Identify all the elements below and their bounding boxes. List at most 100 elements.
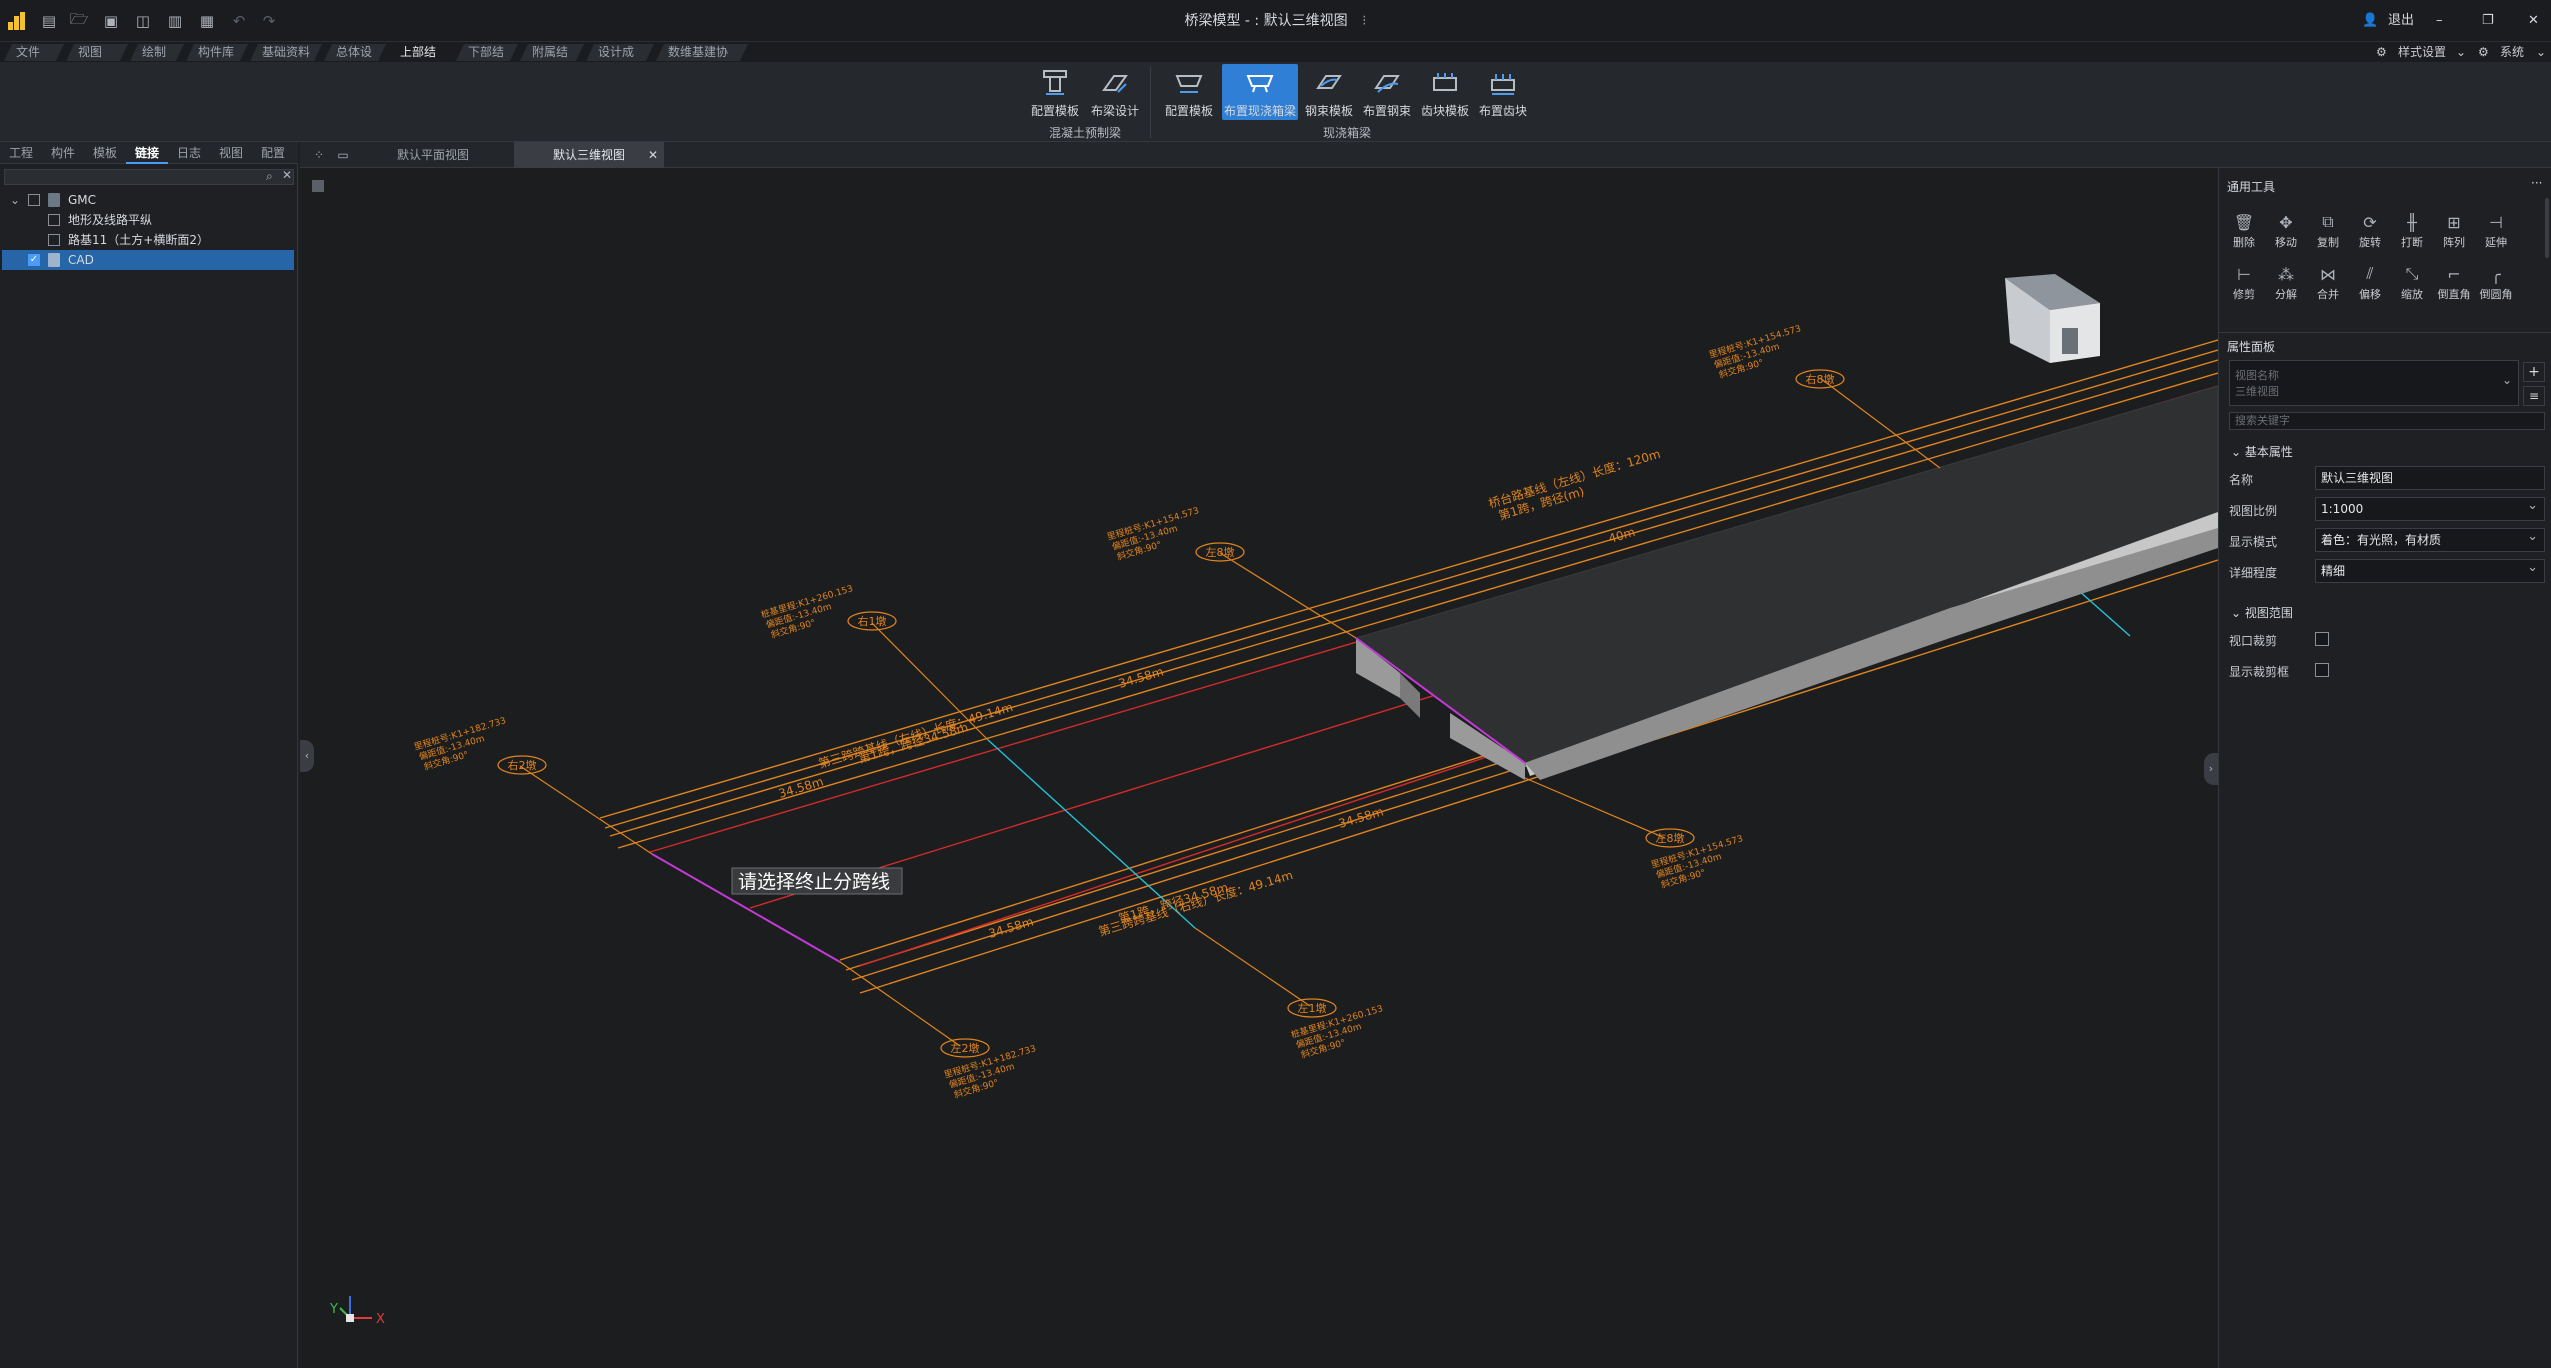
tab-links[interactable]: 链接: [126, 142, 168, 164]
view-cube-home-icon[interactable]: [2005, 274, 2100, 363]
tendon-template-button[interactable]: 钢束模板: [1302, 64, 1356, 120]
scene-canvas[interactable]: 右2墩 右1墩 左8墩 右8墩 左2墩 左1墩 左8墩 第三跨跨基线（左线）长度…: [300, 168, 2218, 1368]
pier-label-l2: 左2墩: [951, 1041, 980, 1055]
viewport-clip-checkbox[interactable]: [2315, 632, 2329, 646]
tab-project[interactable]: 工程: [0, 142, 42, 164]
tree-checkbox[interactable]: [48, 234, 60, 246]
tree-checkbox-checked[interactable]: ✓: [28, 254, 40, 266]
tab-config[interactable]: 配置: [252, 142, 294, 164]
tree-checkbox[interactable]: [28, 194, 40, 206]
prop-name-input[interactable]: 默认三维视图: [2315, 466, 2545, 490]
menu-tab-substructure[interactable]: 下部结构: [456, 44, 518, 61]
template-icon: [1043, 70, 1067, 95]
copy-tool[interactable]: ⧉ 复制: [2307, 208, 2349, 254]
tree-search-input[interactable]: [4, 169, 294, 185]
chamfer-tool[interactable]: ⌐ 倒直角: [2433, 260, 2475, 306]
close-button[interactable]: ✕: [2528, 0, 2539, 42]
tools-scrollbar[interactable]: [2545, 198, 2549, 258]
prop-scale-select[interactable]: 1:1000: [2315, 495, 2545, 521]
merge-tool[interactable]: ⋈ 合并: [2307, 260, 2349, 306]
tab-default-plan-view[interactable]: 默认平面视图: [360, 142, 506, 168]
scale-tool[interactable]: ⤡ 缩放: [2391, 260, 2433, 306]
clear-search-icon[interactable]: ✕: [282, 168, 292, 182]
tree-item-subgrade[interactable]: 路基11（土方+横断面2）: [2, 230, 294, 250]
basic-properties-header[interactable]: ⌄ 基本属性: [2231, 443, 2293, 460]
fillet-icon: ╭: [2491, 264, 2501, 284]
menu-tab-ancillary[interactable]: 附属结构: [520, 44, 584, 61]
file-icon: [48, 253, 60, 267]
logout-button[interactable]: 退出: [2388, 0, 2414, 42]
window-icon[interactable]: ▭: [332, 142, 354, 168]
style-settings-menu[interactable]: 样式设置: [2398, 42, 2446, 62]
system-menu[interactable]: 系统: [2500, 42, 2524, 62]
prop-label-name: 名称: [2229, 473, 2254, 487]
prop-detail-level-select[interactable]: 精细: [2315, 557, 2545, 583]
collapse-left-icon[interactable]: ‹: [300, 740, 314, 772]
break-tool[interactable]: ╫ 打断: [2391, 208, 2433, 254]
more-icon[interactable]: ···: [2531, 176, 2542, 190]
trim-icon: ⊢: [2237, 264, 2251, 284]
tree-checkbox[interactable]: [48, 214, 60, 226]
menu-tab-file[interactable]: 文件: [4, 44, 64, 61]
place-castinplace-box-girder-button[interactable]: 布置现浇箱梁: [1222, 64, 1298, 120]
show-clip-box-checkbox[interactable]: [2315, 663, 2329, 677]
system-gear-icon[interactable]: ⚙: [2478, 42, 2489, 62]
explode-tool[interactable]: ⁂ 分解: [2265, 260, 2307, 306]
extend-icon: ⊣: [2489, 212, 2503, 232]
menu-tab-base-data[interactable]: 基础资料: [250, 44, 322, 61]
rotate-tool[interactable]: ⟳ 旋转: [2349, 208, 2391, 254]
menu-tab-results[interactable]: 设计成果: [586, 44, 654, 61]
tree-item-terrain[interactable]: 地形及线路平纵: [2, 210, 294, 230]
extend-tool[interactable]: ⊣ 延伸: [2475, 208, 2517, 254]
minimize-button[interactable]: –: [2436, 0, 2443, 42]
menu-tab-view[interactable]: 视图: [66, 44, 128, 61]
add-view-button[interactable]: +: [2523, 362, 2545, 382]
block-template-button[interactable]: 齿块模板: [1418, 64, 1472, 120]
array-icon: ⊞: [2447, 212, 2461, 232]
menu-tab-collab[interactable]: 数维基建协同: [656, 44, 748, 61]
restore-button[interactable]: ❐: [2482, 0, 2494, 42]
precast-config-template-button[interactable]: 配置模板: [1028, 64, 1082, 120]
fillet-tool[interactable]: ╭ 倒圆角: [2475, 260, 2517, 306]
expand-chevron-icon[interactable]: ⌄: [10, 190, 20, 210]
menu-tab-general-design[interactable]: 总体设计: [324, 44, 386, 61]
beam-design-icon: [1102, 75, 1128, 93]
pin-icon[interactable]: ⁝: [1362, 13, 1366, 29]
search-icon[interactable]: ⌕: [266, 169, 273, 184]
viewcube-toggle-icon[interactable]: [312, 180, 324, 192]
prop-label-show-clip-box: 显示裁剪框: [2229, 665, 2290, 679]
view-type-selector[interactable]: 视图名称 三维视图 ⌄: [2229, 360, 2519, 406]
tree-item-label: CAD: [68, 253, 94, 267]
user-icon[interactable]: 👤: [2362, 0, 2378, 42]
trim-tool[interactable]: ⊢ 修剪: [2223, 260, 2265, 306]
view-range-header[interactable]: ⌄ 视图范围: [2231, 604, 2293, 621]
gear-icon[interactable]: ⚙: [2376, 42, 2387, 62]
tab-views[interactable]: 视图: [210, 142, 252, 164]
castinplace-config-template-button[interactable]: 配置模板: [1162, 64, 1216, 120]
offset-tool[interactable]: ⫽ 偏移: [2349, 260, 2391, 306]
tab-log[interactable]: 日志: [168, 142, 210, 164]
pier-label-left8: 左8墩: [1656, 831, 1685, 845]
array-tool[interactable]: ⊞ 阵列: [2433, 208, 2475, 254]
tab-templates[interactable]: 模板: [84, 142, 126, 164]
move-tool[interactable]: ✥ 移动: [2265, 208, 2307, 254]
tree-item-cad[interactable]: ✓ CAD: [2, 250, 294, 270]
menu-tab-draw[interactable]: 绘制: [130, 44, 184, 61]
prop-display-mode-select[interactable]: 着色：有光照，有材质: [2315, 526, 2545, 552]
collapse-right-icon[interactable]: ›: [2204, 753, 2218, 785]
3d-viewport[interactable]: 右2墩 右1墩 左8墩 右8墩 左2墩 左1墩 左8墩 第三跨跨基线（左线）长度…: [300, 168, 2218, 1368]
close-tab-icon[interactable]: ✕: [642, 142, 664, 168]
grid-view-icon[interactable]: ⁘: [308, 142, 330, 168]
tab-components[interactable]: 构件: [42, 142, 84, 164]
delete-tool[interactable]: 🗑 删除: [2223, 208, 2265, 254]
place-block-button[interactable]: 布置齿块: [1476, 64, 1530, 120]
property-search-input[interactable]: 搜索关键字: [2229, 412, 2545, 430]
place-tendon-button[interactable]: 布置钢束: [1360, 64, 1414, 120]
tree-item-gmc[interactable]: ⌄ GMC: [2, 190, 294, 210]
menu-tab-superstructure[interactable]: 上部结构: [388, 44, 454, 61]
edit-view-icon[interactable]: ≡: [2523, 386, 2545, 406]
beam-layout-design-button[interactable]: 布梁设计: [1088, 64, 1142, 120]
chevron-down-icon[interactable]: ⌄: [2456, 42, 2466, 62]
menu-tab-component-lib[interactable]: 构件库: [186, 44, 248, 61]
system-chevron-icon[interactable]: ⌄: [2536, 42, 2546, 62]
